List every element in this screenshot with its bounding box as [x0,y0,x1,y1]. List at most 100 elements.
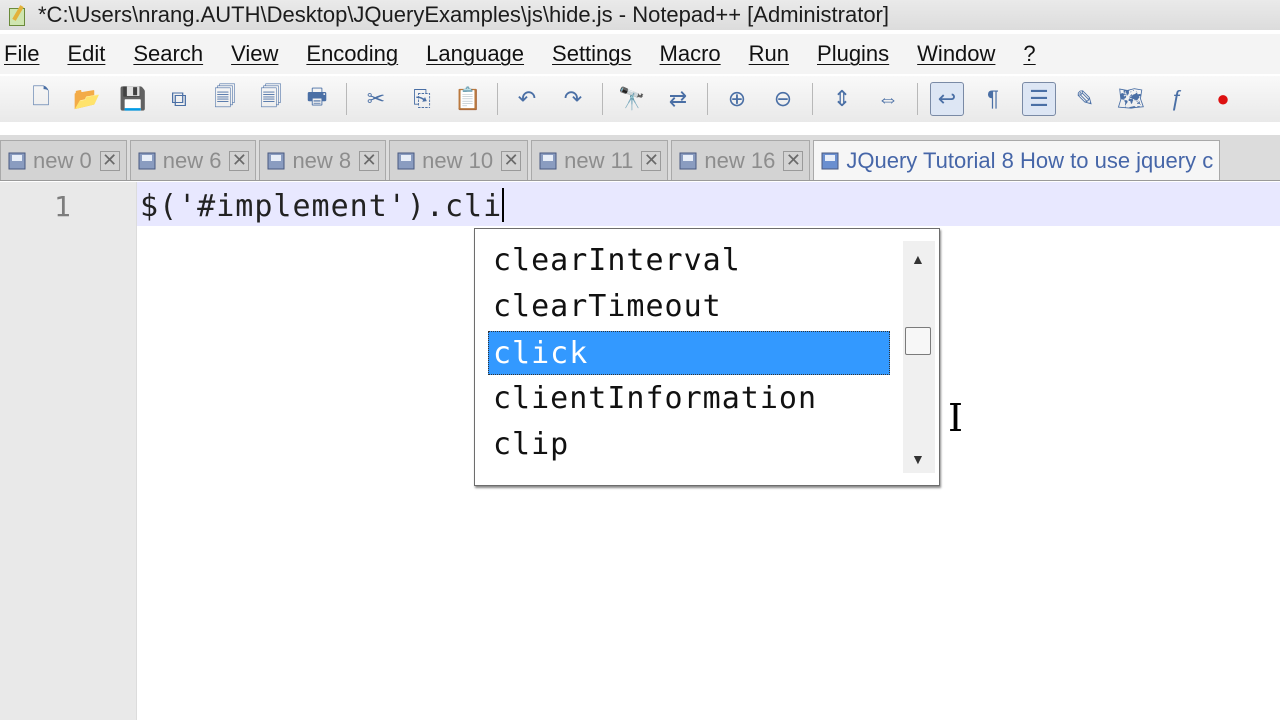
autocomplete-item[interactable]: click [488,331,890,375]
scroll-up-arrow-icon[interactable]: ▲ [911,251,925,267]
save-all-button[interactable]: ⧉ [162,82,196,116]
user-language-icon: ✎ [1075,86,1095,111]
save-all-icon: ⧉ [171,86,187,111]
menu-view[interactable]: View [217,34,292,74]
print-button[interactable]: 🖶 [300,82,334,116]
window-title: *C:\Users\nrang.AUTH\Desktop\JQueryExamp… [38,2,889,27]
save-button[interactable]: 💾 [116,82,150,116]
toolbar-separator [346,83,347,115]
document-icon [539,152,557,169]
text-caret [502,188,505,222]
close-tab-icon[interactable]: ✕ [501,150,522,171]
menu-edit[interactable]: Edit [53,34,119,74]
tab-label: new 8 [292,147,352,173]
paste-button[interactable]: 📋 [451,82,485,116]
tab-1[interactable]: new 6 ✕ [129,140,257,180]
document-icon [267,152,285,169]
function-list-button[interactable]: ƒ [1160,82,1194,116]
print-icon: 🖶 [306,84,328,109]
record-macro-button[interactable]: ● [1206,82,1240,116]
menu-file[interactable]: File [0,34,53,74]
line-number-gutter: 1 [0,182,137,720]
undo-icon: ↶ [517,86,537,111]
document-icon [397,152,415,169]
document-icon [138,152,156,169]
menu-run[interactable]: Run [735,34,803,74]
menu-macro[interactable]: Macro [646,34,735,74]
show-all-characters-button[interactable]: ¶ [976,82,1010,116]
zoom-out-button[interactable]: ⊖ [766,82,800,116]
tab-5[interactable]: new 16 ✕ [671,140,811,180]
autocomplete-item[interactable]: clearInterval [489,239,891,283]
tab-label: new 16 [704,147,776,173]
close-tab-icon[interactable]: ✕ [359,150,380,171]
zoom-out-icon: ⊖ [773,86,793,111]
menu-plugins[interactable]: Plugins [803,34,903,74]
tab-label: new 11 [564,147,634,173]
sync-horizontal-button[interactable]: ⇔ [871,82,905,116]
menu-search[interactable]: Search [119,34,217,74]
scroll-thumb[interactable] [905,327,931,355]
autocomplete-item[interactable]: clip [489,423,891,467]
toolbar-separator [602,83,603,115]
tab-label: new 0 [33,147,92,173]
line-number: 1 [54,190,71,223]
sync-vertical-button[interactable]: ⇕ [825,82,859,116]
sync-vertical-icon: ⇕ [832,86,852,111]
redo-icon: ↷ [563,86,583,111]
toolbar-separator [917,83,918,115]
close-tab-icon[interactable]: ✕ [783,150,804,171]
copy-button[interactable]: ⎘ [405,82,439,116]
function-list-icon: ƒ [1170,86,1184,111]
redo-button[interactable]: ↷ [556,82,590,116]
close-icon: 🗐 [214,84,236,109]
undo-button[interactable]: ↶ [510,82,544,116]
notepad-plus-plus-icon [8,5,28,26]
close-button[interactable]: 🗐 [208,82,242,116]
document-icon [8,152,26,169]
save-icon: 💾 [119,86,147,111]
tab-3[interactable]: new 10 ✕ [389,140,529,180]
autocomplete-popup: ▲ ▼ clearInterval clearTimeout click client… [474,228,940,486]
menu-settings[interactable]: Settings [538,34,646,74]
indent-guide-button[interactable]: ☰ [1022,82,1056,116]
replace-button[interactable]: ⇄ [661,82,695,116]
tab-bar: new 0 ✕ new 6 ✕ new 8 ✕ new 10 ✕ new 11 ✕ new 16 ✕ J… [0,135,1280,181]
tab-label: new 6 [162,147,222,173]
menu-help[interactable]: ? [1009,34,1049,74]
tab-6[interactable]: JQuery Tutorial 8 How to use jquery c [813,140,1221,180]
autocomplete-scrollbar[interactable]: ▲ ▼ [903,241,935,473]
autocomplete-item[interactable]: clearTimeout [489,285,891,329]
menu-language[interactable]: Language [412,34,538,74]
menu-encoding[interactable]: Encoding [292,34,412,74]
tab-2[interactable]: new 8 ✕ [259,140,387,180]
menu-window[interactable]: Window [903,34,1009,74]
tab-0[interactable]: new 0 ✕ [0,140,127,180]
menu-bar: File Edit Search View Encoding Language … [0,34,1280,74]
title-bar: *C:\Users\nrang.AUTH\Desktop\JQueryExamp… [0,0,1280,30]
cut-button[interactable]: ✂ [359,82,393,116]
scroll-down-arrow-icon[interactable]: ▼ [911,451,925,467]
document-icon [821,152,839,169]
show-all-characters-icon: ¶ [987,86,999,111]
sync-horizontal-icon: ⇔ [877,86,899,111]
word-wrap-button[interactable]: ↩ [930,82,964,116]
close-all-button[interactable]: 🗐 [254,82,288,116]
code-line[interactable]: $('#implement').cli [140,188,505,224]
replace-icon: ⇄ [668,86,688,111]
toolbar: 🗋 📂 💾 ⧉ 🗐 🗐 🖶 ✂ ⎘ 📋 ↶ ↷ 🔭 ⇄ ⊕ ⊖ ⇕ ⇔ ↩ ¶ ☰ ✎ 🗺 ƒ ● [0,76,1280,122]
tab-4[interactable]: new 11 ✕ [531,140,669,180]
new-file-button[interactable]: 🗋 [24,82,58,116]
close-tab-icon[interactable]: ✕ [229,150,250,171]
open-folder-button[interactable]: 📂 [70,82,104,116]
autocomplete-item[interactable]: clientInformation [489,377,891,421]
zoom-in-icon: ⊕ [727,86,747,111]
document-map-button[interactable]: 🗺 [1114,82,1148,116]
zoom-in-button[interactable]: ⊕ [720,82,754,116]
close-tab-icon[interactable]: ✕ [99,150,120,171]
find-button[interactable]: 🔭 [615,82,649,116]
user-language-button[interactable]: ✎ [1068,82,1102,116]
copy-icon: ⎘ [413,86,431,111]
tab-label: JQuery Tutorial 8 How to use jquery c [846,147,1214,173]
close-tab-icon[interactable]: ✕ [641,150,662,171]
